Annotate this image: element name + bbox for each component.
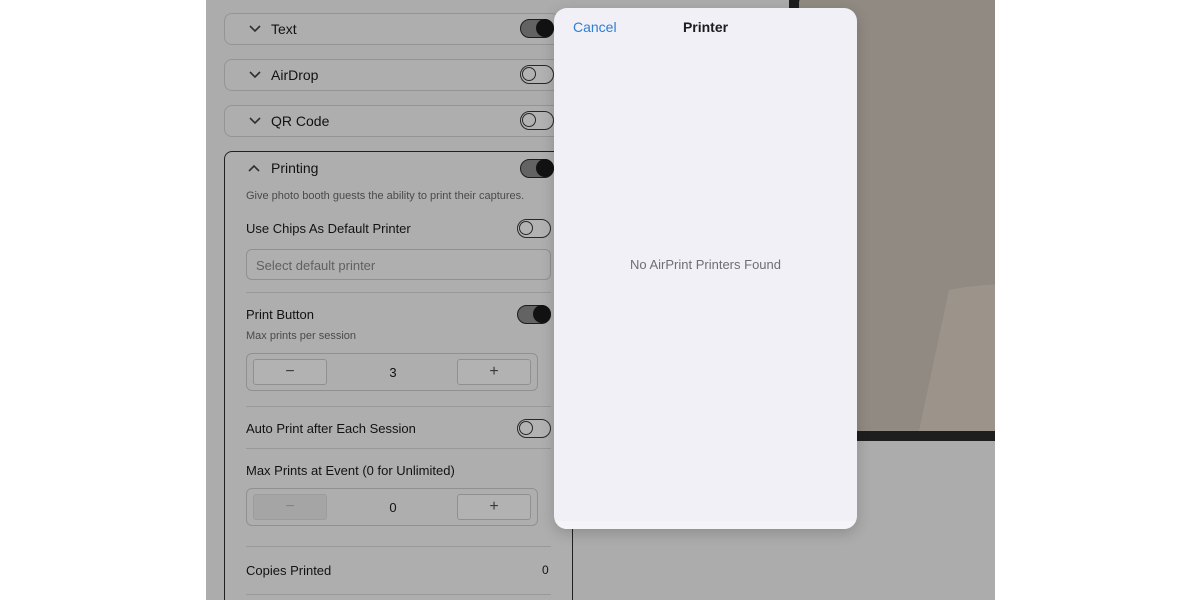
screen: Text AirDrop QR Code Printing Give photo… [0,0,1200,600]
sheet-footer [554,521,857,529]
empty-state-message: No AirPrint Printers Found [629,257,781,272]
printer-sheet: Cancel Printer No AirPrint Printers Foun… [554,8,857,529]
sheet-title: Printer [682,19,729,35]
